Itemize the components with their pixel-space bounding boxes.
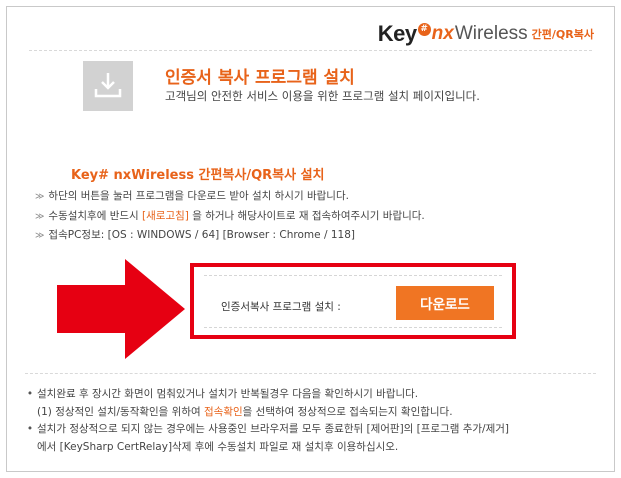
logo-subtitle: 간편/QR복사	[531, 28, 594, 41]
download-icon	[83, 61, 133, 111]
box-divider-top	[204, 275, 502, 276]
double-chevron-icon: ≫	[35, 211, 45, 222]
page-description: 고객님의 안전한 서비스 이용을 위한 프로그램 설치 페이지입니다.	[165, 89, 480, 103]
download-button[interactable]: 다운로드	[396, 286, 494, 320]
instruction-text: 수동설치후에 반드시	[48, 209, 143, 222]
double-chevron-icon: ≫	[35, 231, 45, 241]
refresh-highlight: [새로고침]	[142, 209, 189, 222]
page-title: 인증서 복사 프로그램 설치	[165, 68, 355, 88]
note-item: • 설치가 정상적으로 되지 않는 경우에는 사용중인 브라우저를 모두 종료한뒤…	[23, 421, 509, 439]
box-divider-bottom	[204, 327, 502, 328]
install-highlight-box: 인증서복사 프로그램 설치 : 다운로드	[190, 263, 516, 339]
note-item: (1) 정상적인 설치/동작확인을 위하여 접속확인을 선택하여 정상적으로 접…	[23, 404, 509, 422]
note-text: 설치가 정상적으로 되지 않는 경우에는 사용중인 브라우저를 모두 종료한뒤 …	[37, 423, 510, 435]
page-frame: Key # nx Wireless 간편/QR복사 인증서 복사 프로그램 설치…	[6, 6, 615, 472]
bullet-icon: •	[26, 423, 34, 435]
note-text: 을 선택하여 정상적으로 접속되는지 확인합니다.	[242, 405, 453, 418]
logo-nx-text: nx	[431, 23, 454, 44]
logo-key-text: Key	[377, 21, 417, 46]
instruction-text: 을 하거나 해당사이트로 재 접속하여주시기 바랍니다.	[188, 209, 425, 222]
install-label: 인증서복사 프로그램 설치 :	[221, 301, 341, 313]
red-arrow-icon	[57, 259, 185, 359]
connect-check-link[interactable]: 접속확인	[204, 406, 243, 418]
instruction-item: ≫ 하단의 버튼을 눌러 프로그램을 다운로드 받아 설치 하시기 바랍니다.	[35, 188, 425, 208]
pc-info-text: 접속PC정보: [OS : WINDOWS / 64] [Browser : C…	[48, 229, 355, 241]
header-divider	[29, 50, 592, 51]
logo-sharp-badge: #	[417, 22, 431, 36]
instruction-list: ≫ 하단의 버튼을 눌러 프로그램을 다운로드 받아 설치 하시기 바랍니다. ≫…	[35, 188, 425, 247]
logo-wireless-text: Wireless	[454, 23, 528, 44]
note-text: 설치완료 후 장시간 화면이 멈춰있거나 설치가 반복될경우 다음을 확인하시기…	[37, 388, 419, 400]
note-item: 에서 [KeySharp CertRelay]삭제 후에 수동설치 파일로 재 …	[23, 439, 509, 457]
instruction-item: ≫ 수동설치후에 반드시 [새로고침] 을 하거나 해당사이트로 재 접속하여주시…	[35, 208, 425, 228]
instruction-item: ≫ 접속PC정보: [OS : WINDOWS / 64] [Browser : …	[35, 227, 425, 247]
notes-list: • 설치완료 후 장시간 화면이 멈춰있거나 설치가 반복될경우 다음을 확인하시…	[23, 386, 509, 456]
instruction-text: 하단의 버튼을 눌러 프로그램을 다운로드 받아 설치 하시기 바랍니다.	[48, 190, 349, 202]
note-item: • 설치완료 후 장시간 화면이 멈춰있거나 설치가 반복될경우 다음을 확인하시…	[23, 386, 509, 404]
double-chevron-icon: ≫	[35, 192, 45, 202]
section-title: Key# nxWireless 간편복사/QR복사 설치	[71, 168, 325, 183]
notes-divider	[25, 373, 596, 374]
note-text: (1) 정상적인 설치/동작확인을 위하여	[37, 405, 205, 418]
keysharp-logo: Key # nx Wireless 간편/QR복사	[378, 21, 594, 47]
bullet-icon: •	[26, 388, 34, 400]
note-text: 에서 [KeySharp CertRelay]삭제 후에 수동설치 파일로 재 …	[37, 440, 399, 453]
